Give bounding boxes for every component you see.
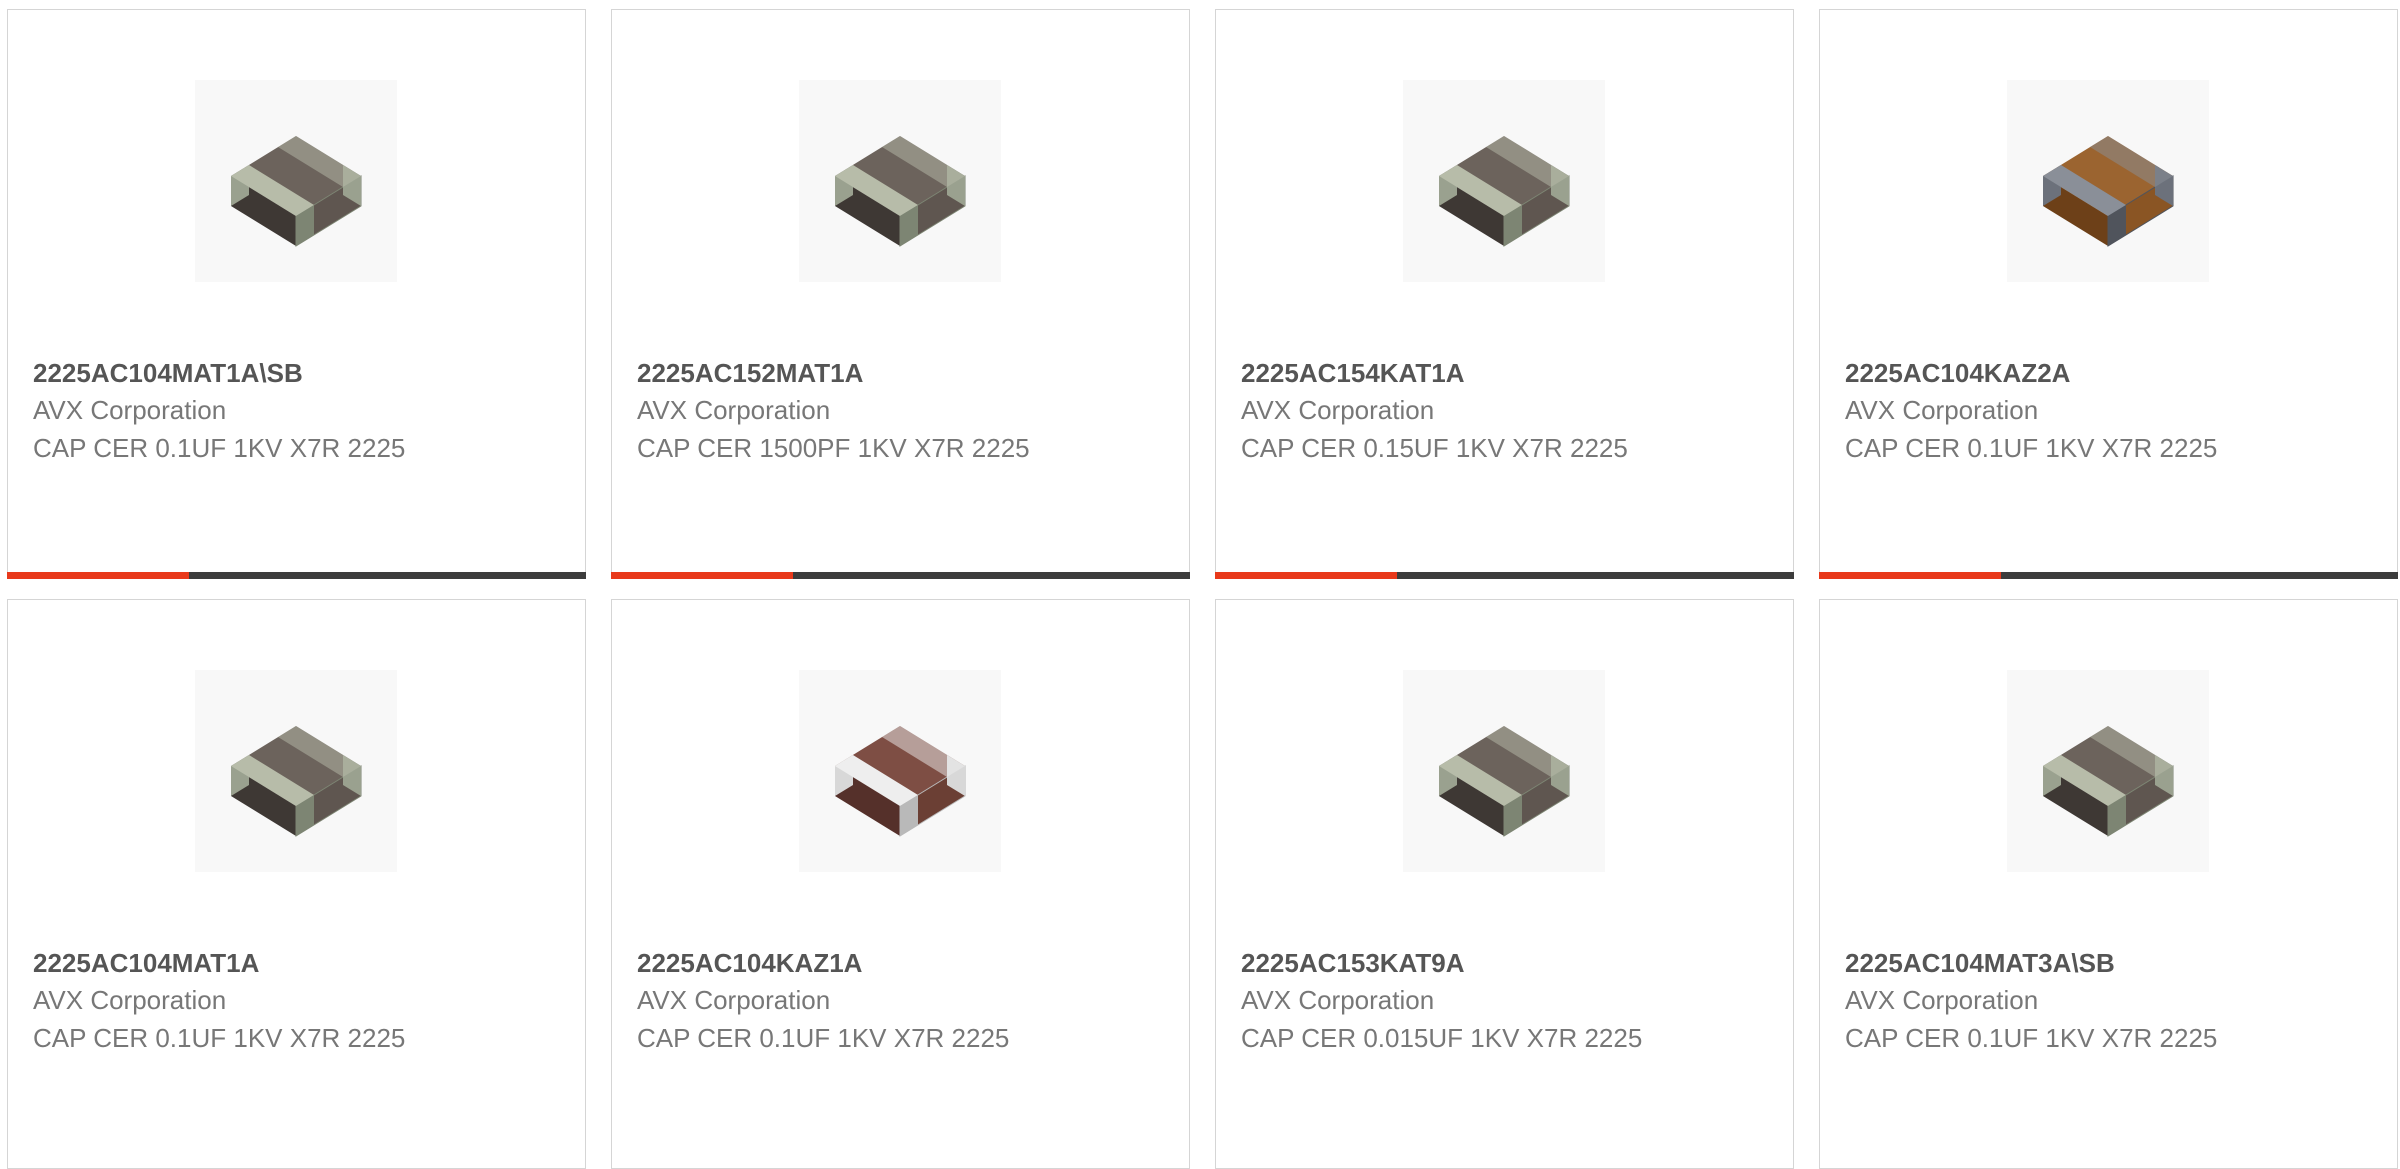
ceramic-capacitor-brown-icon: [2043, 136, 2174, 247]
part-number[interactable]: 2225AC104MAT3A\SB: [1845, 948, 2115, 979]
description: CAP CER 0.1UF 1KV X7R 2225: [1845, 1023, 2218, 1053]
description: CAP CER 0.1UF 1KV X7R 2225: [1845, 433, 2218, 463]
manufacturer: AVX Corporation: [637, 985, 831, 1015]
ceramic-capacitor-gray-icon: [231, 136, 362, 247]
product-image[interactable]: [195, 670, 397, 872]
progress-bar: [1215, 572, 1794, 579]
progress-fill: [1819, 572, 2002, 579]
ceramic-capacitor-gray-icon: [2043, 726, 2174, 837]
manufacturer: AVX Corporation: [33, 395, 227, 425]
ceramic-capacitor-gray-icon: [1439, 726, 1570, 837]
progress-fill: [611, 572, 794, 579]
product-card[interactable]: 2225AC154KAT1A AVX Corporation CAP CER 0…: [1215, 9, 1794, 579]
part-number[interactable]: 2225AC152MAT1A: [637, 358, 863, 389]
product-image[interactable]: [799, 80, 1001, 282]
progress-fill: [1215, 572, 1398, 579]
product-card[interactable]: 2225AC104MAT1A AVX Corporation CAP CER 0…: [7, 599, 586, 1169]
product-card[interactable]: 2225AC104KAZ2A AVX Corporation CAP CER 0…: [1819, 9, 2398, 579]
description: CAP CER 1500PF 1KV X7R 2225: [637, 433, 1030, 463]
manufacturer: AVX Corporation: [1845, 985, 2039, 1015]
manufacturer: AVX Corporation: [1241, 395, 1435, 425]
product-image[interactable]: [799, 670, 1001, 872]
part-number[interactable]: 2225AC104KAZ2A: [1845, 358, 2070, 389]
product-image[interactable]: [195, 80, 397, 282]
description: CAP CER 0.1UF 1KV X7R 2225: [637, 1023, 1010, 1053]
manufacturer: AVX Corporation: [1845, 395, 2039, 425]
progress-fill: [7, 572, 190, 579]
product-card[interactable]: 2225AC104MAT3A\SB AVX Corporation CAP CE…: [1819, 599, 2398, 1169]
description: CAP CER 0.1UF 1KV X7R 2225: [33, 1023, 406, 1053]
product-image[interactable]: [2007, 80, 2209, 282]
product-card[interactable]: 2225AC153KAT9A AVX Corporation CAP CER 0…: [1215, 599, 1794, 1169]
manufacturer: AVX Corporation: [1241, 985, 1435, 1015]
progress-bar: [611, 572, 1190, 579]
product-card[interactable]: 2225AC152MAT1A AVX Corporation CAP CER 1…: [611, 9, 1190, 579]
ceramic-capacitor-gray-icon: [1439, 136, 1570, 247]
manufacturer: AVX Corporation: [637, 395, 831, 425]
product-grid: 2225AC104MAT1A\SB AVX Corporation CAP CE…: [7, 9, 2398, 1169]
product-card[interactable]: 2225AC104KAZ1A AVX Corporation CAP CER 0…: [611, 599, 1190, 1169]
description: CAP CER 0.15UF 1KV X7R 2225: [1241, 433, 1628, 463]
product-image[interactable]: [1403, 670, 1605, 872]
description: CAP CER 0.015UF 1KV X7R 2225: [1241, 1023, 1643, 1053]
part-number[interactable]: 2225AC104MAT1A\SB: [33, 358, 303, 389]
manufacturer: AVX Corporation: [33, 985, 227, 1015]
product-card[interactable]: 2225AC104MAT1A\SB AVX Corporation CAP CE…: [7, 9, 586, 579]
ceramic-capacitor-gray-icon: [231, 726, 362, 837]
progress-bar: [7, 572, 586, 579]
progress-bar: [1819, 572, 2398, 579]
part-number[interactable]: 2225AC154KAT1A: [1241, 358, 1465, 389]
part-number[interactable]: 2225AC153KAT9A: [1241, 948, 1465, 979]
ceramic-capacitor-gray-icon: [835, 136, 966, 247]
part-number[interactable]: 2225AC104KAZ1A: [637, 948, 862, 979]
description: CAP CER 0.1UF 1KV X7R 2225: [33, 433, 406, 463]
part-number[interactable]: 2225AC104MAT1A: [33, 948, 259, 979]
product-image[interactable]: [2007, 670, 2209, 872]
ceramic-capacitor-brown-silver-icon: [835, 726, 966, 837]
product-image[interactable]: [1403, 80, 1605, 282]
